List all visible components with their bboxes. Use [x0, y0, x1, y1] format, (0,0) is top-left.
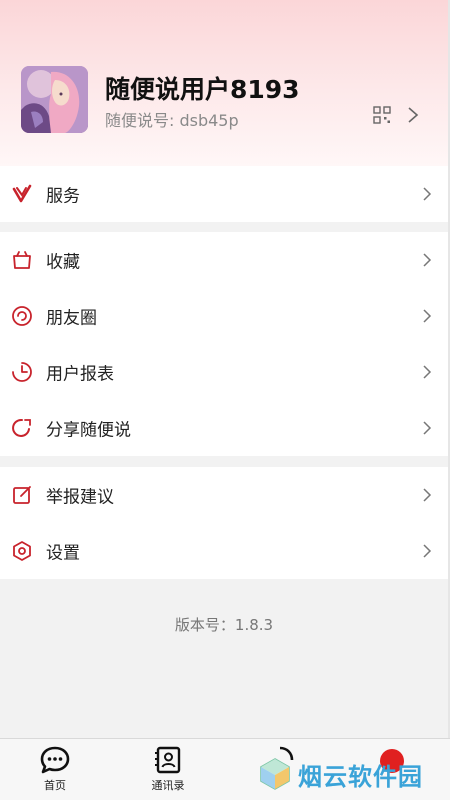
chevron-right-icon[interactable]	[406, 105, 420, 125]
menu-item-report[interactable]: 用户报表	[0, 344, 448, 400]
menu-section-other: 举报建议 设置	[0, 467, 448, 579]
menu-item-settings[interactable]: 设置	[0, 523, 448, 579]
version-label: 版本号：1.8.3	[174, 616, 274, 634]
menu-item-label: 用户报表	[46, 364, 114, 385]
menu-item-share[interactable]: 分享随便说	[0, 400, 448, 456]
avatar[interactable]	[21, 66, 88, 133]
menu-section-main: 收藏 朋友圈 用户报表 分享随便说	[0, 232, 448, 456]
profile-header[interactable]: 随便说用户8193 随便说号: dsb45p	[0, 0, 450, 166]
share-icon	[12, 418, 31, 437]
moments-icon	[12, 306, 32, 326]
menu-item-label: 举报建议	[46, 487, 114, 508]
service-icon	[12, 184, 32, 203]
qr-code-icon[interactable]	[373, 106, 391, 124]
tab-home[interactable]: 首页	[25, 745, 85, 793]
watermark-text: 烟云软件园	[298, 762, 423, 791]
watermark-cube-icon	[260, 758, 290, 790]
chevron-right-icon	[423, 488, 432, 502]
settings-icon	[13, 541, 31, 561]
menu-section-services: 服务	[0, 166, 448, 222]
avatar-image	[21, 66, 88, 133]
feedback-icon	[13, 486, 31, 504]
chevron-right-icon	[423, 187, 432, 201]
menu-item-label: 收藏	[46, 252, 80, 273]
menu-item-label: 服务	[46, 186, 80, 207]
tab-label: 通讯录	[151, 779, 185, 792]
menu-item-label: 设置	[46, 543, 80, 564]
menu-item-feedback[interactable]: 举报建议	[0, 467, 448, 523]
menu-item-moments[interactable]: 朋友圈	[0, 288, 448, 344]
contacts-icon	[155, 746, 181, 774]
menu-item-favorites[interactable]: 收藏	[0, 232, 448, 288]
tab-contacts[interactable]: 通讯录	[138, 745, 198, 793]
chevron-right-icon	[423, 253, 432, 267]
chat-bubble-icon	[40, 746, 70, 774]
watermark: 烟云软件园	[258, 755, 423, 793]
chevron-right-icon	[423, 365, 432, 379]
favorites-icon	[13, 251, 31, 269]
menu-item-label: 分享随便说	[46, 420, 131, 441]
chevron-right-icon	[423, 544, 432, 558]
menu-item-label: 朋友圈	[46, 308, 97, 329]
tab-label: 首页	[44, 779, 66, 792]
account-id: 随便说号: dsb45p	[105, 111, 239, 130]
chevron-right-icon	[423, 421, 432, 435]
report-icon	[12, 362, 32, 382]
chevron-right-icon	[423, 309, 432, 323]
username: 随便说用户8193	[105, 75, 300, 104]
menu-item-service[interactable]: 服务	[0, 166, 448, 222]
